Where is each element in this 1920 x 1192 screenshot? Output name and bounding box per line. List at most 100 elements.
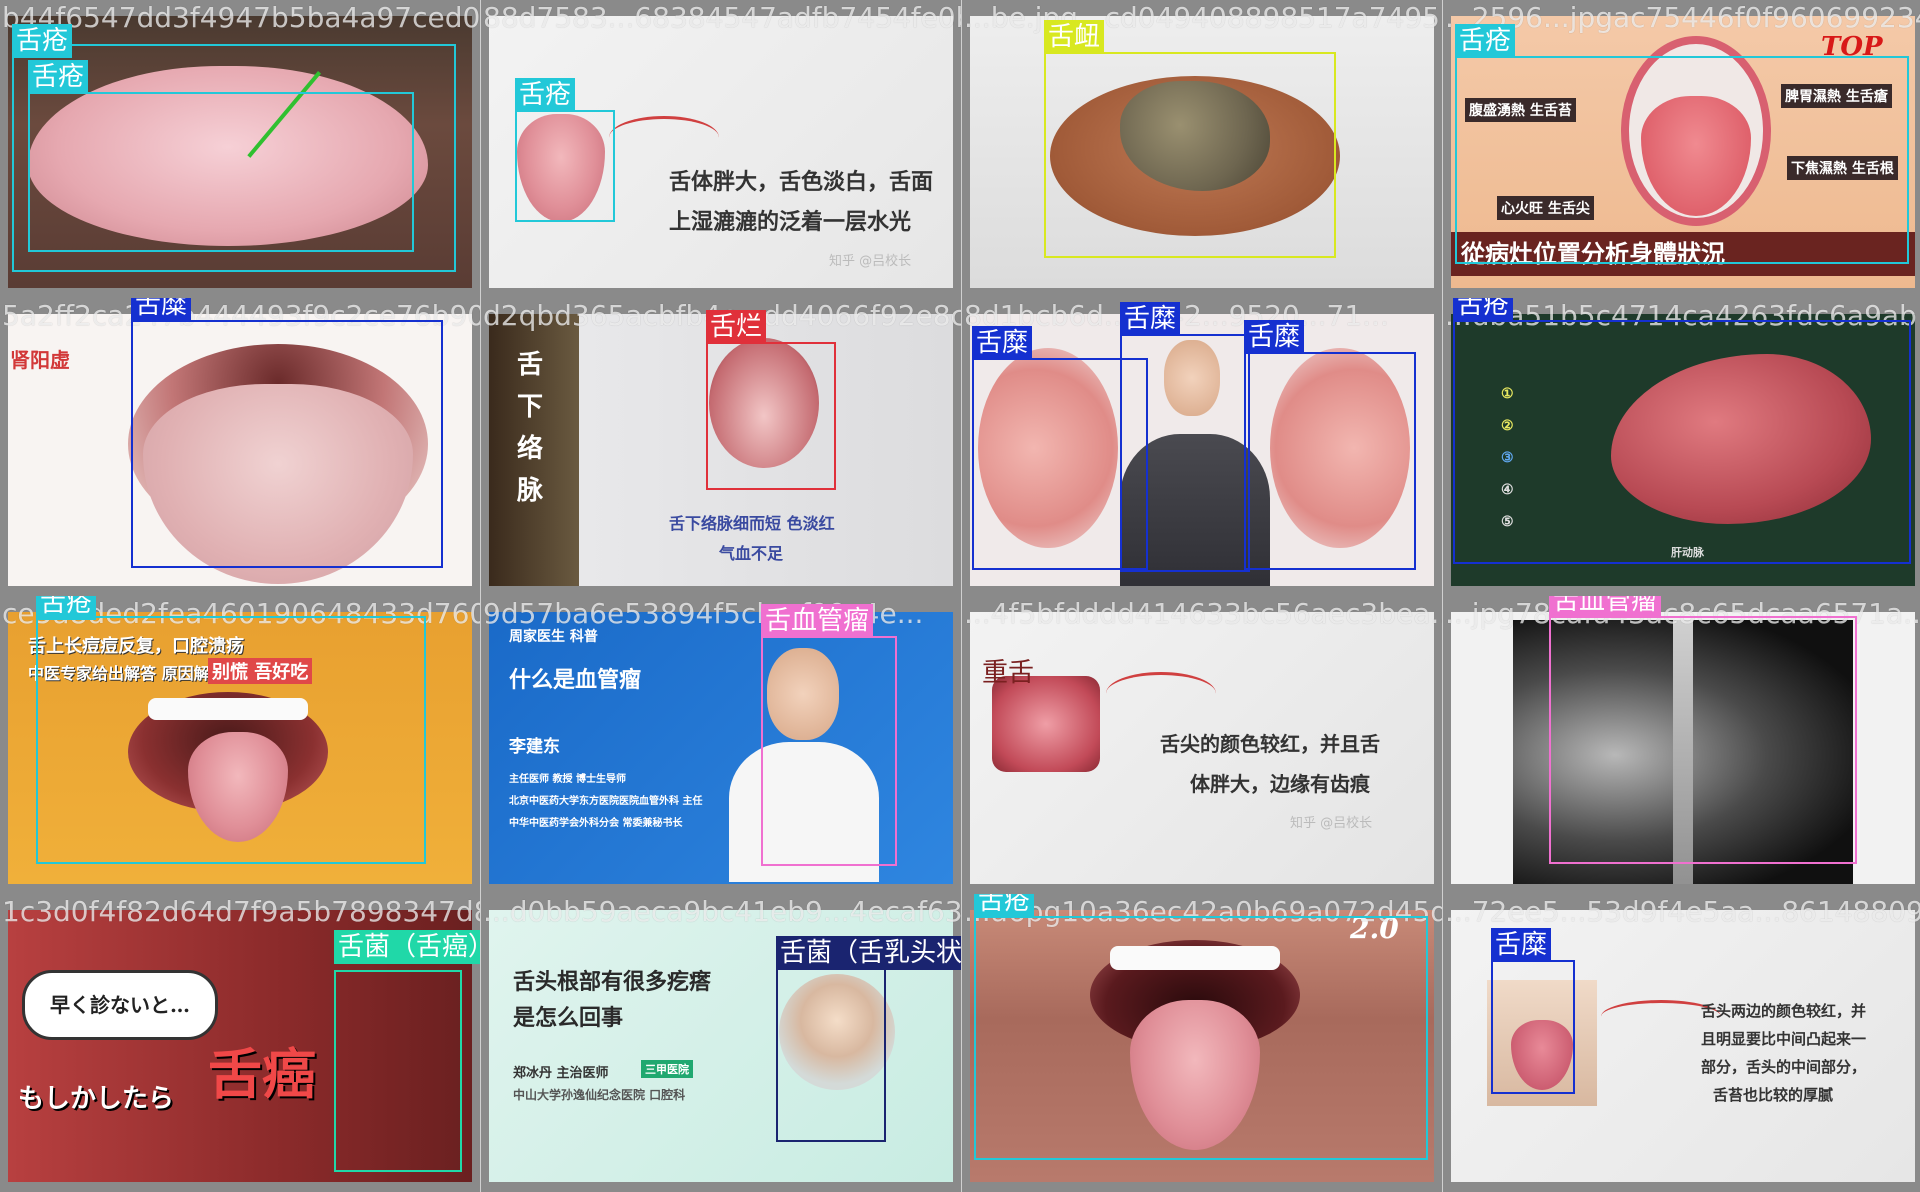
file-name: ...2596...jpgac75446f0f960699234ea8 [1445,2,1920,34]
image-tile-3[interactable]: ...be.jpg...cd049408898517a7495... 舌衄 [962,0,1442,298]
class-label: 舌糜 [1120,302,1181,336]
caption-label: 肝动脉 [1671,546,1704,559]
image-tile-15[interactable]: 2.0 ...a6pg10a36ec42a0b69a072d45d51... 舌… [962,894,1442,1192]
legend-item: ④ [1501,482,1514,498]
banner-title: 從病灶位置分析身體狀況 [1451,232,1915,276]
legend-item: ① [1501,386,1514,402]
teeth [1110,946,1280,970]
file-name: ...72ee5...53d9f4e5aa...861488092be [1445,896,1920,928]
watermark: 知乎 @吕校长 [1290,816,1373,831]
image-tile-6[interactable]: 舌 下 络 脉 舌下络脉细而短 色淡红 气血不足 d2qbd365acbfb4c… [481,298,961,596]
doctor-name: 郑冰丹 主治医师 [513,1066,609,1081]
brand-logo: TOP [1821,32,1883,62]
caption-line: 且明显要比中间凸起来一 [1701,1030,1867,1048]
doctor-detail: 中华中医药学会外科分会 常委兼秘书长 [509,818,683,829]
caption-line: もしかしたら [18,1084,175,1114]
photo-background: 舌尖的颜色较红，并且舌 体胖大，边缘有齿痕 知乎 @吕校长 [970,612,1434,884]
liver-illustration [1611,354,1871,524]
file-name: ...a6pg10a36ec42a0b69a072d45d51... [964,896,1442,928]
photo-background: 舌 下 络 脉 舌下络脉细而短 色淡红 气血不足 [489,314,953,586]
image-tile-14[interactable]: 舌头根部有很多疙瘩 是怎么回事 郑冰丹 主治医师 三甲医院 中山大学孙逸仙纪念医… [481,894,961,1192]
slide-title: 舌头根部有很多疙瘩 [513,970,712,995]
class-label: 舌疮 [28,60,89,94]
badge-text: 脾胃濕熱 生舌瘡 [1781,84,1892,108]
image-tile-7[interactable]: 8d1bcb6d...4742...9520...71... 舌糜 舌糜 舌糜 [962,298,1442,596]
photo-background: 肾阳虚 [8,314,472,586]
slide-title: 是怎么回事 [513,1006,624,1031]
photo-background: 2.0 [970,910,1434,1182]
class-label: 舌菌（舌乳头状瘤） [776,936,961,970]
badge-text: 心火旺 生舌尖 [1497,196,1594,220]
vertical-title: 舌 [517,350,544,380]
class-label: 舌衄 [1044,20,1105,54]
caption-line: 舌下络脉细而短 色淡红 [669,514,835,533]
file-name: ...d0bb59aeca9bc41eb9...4ecaf63486... [483,896,961,928]
caption-line: 气血不足 [719,544,784,563]
legend-item: ⑤ [1501,514,1514,530]
class-label: 舌菌（舌癌） [334,930,480,964]
class-label: 舌疮 [974,894,1035,918]
image-tile-12[interactable]: ...jpg78cafa43ac8c65dcaa6571a... 舌血管瘤 [1443,596,1920,894]
doctor-head [767,648,839,740]
image-tile-2[interactable]: 舌体胖大，舌色淡白，舌面 上湿漉漉的泛着一层水光 知乎 @吕校长 88d7583… [481,0,961,298]
grid-divider [480,0,481,1192]
infographic-background: 腹盛湧熱 生舌苔 脾胃濕熱 生舌瘡 下焦濕熱 生舌根 心火旺 生舌尖 從病灶位置… [1451,16,1915,288]
file-name: b44f6547dd3f4947b5ba4a97ced0e8... [2,2,480,34]
watermark: 知乎 @吕校长 [829,254,912,269]
class-label: 舌血管瘤 [761,604,874,638]
legend-item: ③ [1501,450,1514,466]
hospital-badge: 三甲医院 [641,1060,693,1078]
class-label: 舌糜 [972,326,1033,360]
photo-background [970,16,1434,288]
spine [1673,620,1693,884]
badge-text: 腹盛湧熱 生舌苔 [1465,98,1576,122]
class-label: 舌烂 [706,310,767,344]
class-label: 舌疮 [515,78,576,112]
big-title: 舌癌 [208,1042,316,1106]
caption-line: 舌上长痘痘反复，口腔溃疡 [28,636,244,657]
class-label: 舌糜 [1244,320,1305,354]
file-name: 9d57ba6e53894f5cb...f99c4e... [483,598,924,630]
image-tile-4[interactable]: 腹盛湧熱 生舌苔 脾胃濕熱 生舌瘡 下焦濕熱 生舌根 心火旺 生舌尖 從病灶位置… [1443,0,1920,298]
caption-line: 舌体胖大，舌色淡白，舌面 [669,169,934,195]
doctor-detail: 主任医师 教授 博士生导师 [509,774,626,785]
class-label: 舌糜 [1491,928,1552,962]
file-name: 88d7583...68384547adfb7454fe0b65f7.jpg [483,2,961,34]
tongue-shape [992,676,1100,772]
tongue-shape [188,732,288,842]
caption-highlight: 别慌 吾好吃 [208,658,313,684]
xray-background [1451,612,1915,884]
class-label: 舌疮 [12,24,73,58]
photo-background: 舌体胖大，舌色淡白，舌面 上湿漉漉的泛着一层水光 知乎 @吕校长 [489,16,953,288]
file-name: 5a2ff2ca247b444493f9c2ce76b90cd... [2,300,480,332]
image-tile-9[interactable]: 舌上长痘痘反复，口腔溃疡 中医专家给出解答 原因解析要说到 别慌 吾好吃 ce5… [0,596,480,894]
file-name: ...dba51b5c4714ca4263fdc6a9ab [1445,300,1917,332]
class-label: 舌疮 [36,596,97,620]
anatomy-left [978,348,1118,548]
image-tile-13[interactable]: 早く診ないと… もしかしたら 舌癌 1c3d0f4f82d64d7f9a5b78… [0,894,480,1192]
tongue-shape [517,114,605,222]
doctor-coat [729,742,879,882]
class-label: 舌血管瘤 [1549,596,1662,618]
annotation-arrow [609,116,719,159]
image-tile-10[interactable]: 周家医生 科普 什么是血管瘤 李建东 主任医师 教授 博士生导师 北京中医药大学… [481,596,961,894]
vertical-title: 络 [517,434,544,464]
image-tile-1[interactable]: b44f6547dd3f4947b5ba4a97ced0e8... 舌疮 舌疮 [0,0,480,298]
grid-divider [961,0,962,1192]
presenter-head [1164,340,1220,416]
anatomy-right [1270,348,1410,548]
doctor-detail: 北京中医药大学东方医院医院血管外科 主任 [509,796,703,807]
teeth [148,698,308,720]
tongue-shape [143,384,413,584]
photo-background [970,314,1434,586]
file-name: ...be.jpg...cd049408898517a7495... [964,2,1442,34]
image-tile-8[interactable]: ① ② ③ ④ ⑤ 肝动脉 ...dba51b5c4714ca4263fdc6a… [1443,298,1920,596]
image-tile-11[interactable]: 舌尖的颜色较红，并且舌 体胖大，边缘有齿痕 知乎 @吕校长 ...4f5bfdd… [962,596,1442,894]
doctor-portrait [779,974,895,1090]
image-tile-5[interactable]: 肾阳虚 5a2ff2ca247b444493f9c2ce76b90cd... 舌… [0,298,480,596]
caption-line: 肾阳虚 [10,348,70,372]
file-name: ...4f5bfdddd414633bc56aec3bea...4c8c... [964,598,1442,630]
doctor-name: 李建东 [509,737,560,757]
image-tile-16[interactable]: 舌头两边的颜色较红，并 且明显要比中间凸起来一 部分，舌头的中间部分， 舌苔也比… [1443,894,1920,1192]
class-label: 舌疮 [1453,298,1514,322]
